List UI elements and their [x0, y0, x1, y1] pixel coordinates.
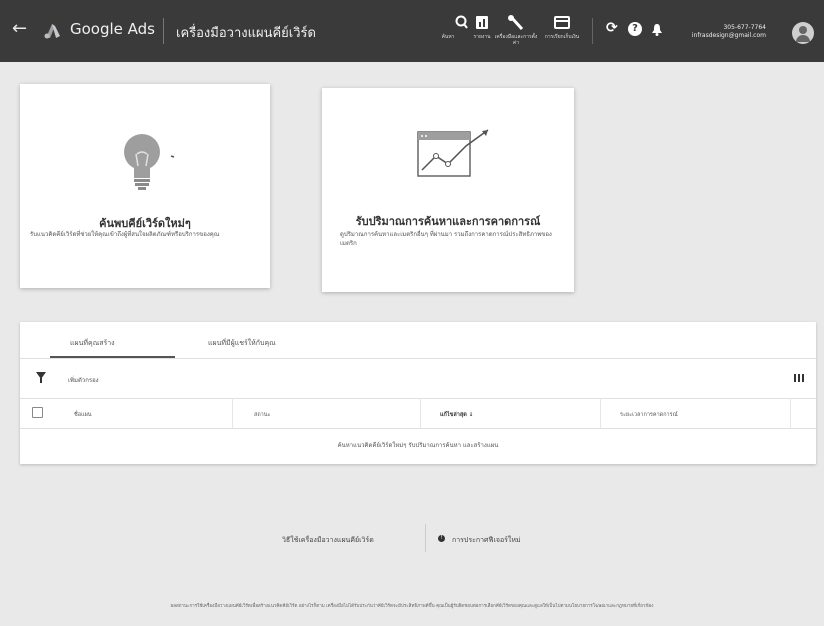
help-icon[interactable]: ?	[628, 22, 642, 36]
google-ads-logo[interactable]	[42, 20, 62, 40]
feature-announcements-link[interactable]: การประกาศฟีเจอร์ใหม่	[452, 535, 521, 546]
column-header-forecast-period[interactable]: ระยะเวลาการคาดการณ์	[620, 411, 678, 419]
account-email: infrasdesign@gmail.com	[691, 32, 766, 39]
notification-bell-icon[interactable]	[652, 24, 662, 36]
column-header-plan-name[interactable]: ชื่อแผน	[74, 411, 92, 419]
avatar[interactable]	[792, 22, 814, 44]
plans-panel: แผนที่คุณสร้าง แผนที่มีผู้แชร์ให้กับคุณ …	[20, 322, 816, 464]
search-volume-title: รับปริมาณการค้นหาและการคาดการณ์	[355, 215, 541, 228]
filter-icon[interactable]	[36, 372, 46, 383]
brand-name: Google Ads	[70, 20, 155, 38]
column-header-status[interactable]: สถานะ	[254, 411, 271, 419]
page-title: เครื่องมือวางแผนคีย์เวิร์ด	[176, 26, 316, 41]
search-volume-description: ดูปริมาณการค้นหาและเมตริกอื่นๆ ที่ผ่านมา…	[340, 231, 552, 247]
lightbulb-icon	[124, 134, 175, 190]
tab-shared-plans[interactable]: แผนที่มีผู้แชร์ให้กับคุณ	[208, 338, 276, 349]
billing-icon	[554, 16, 570, 29]
column-divider	[600, 398, 601, 428]
discover-keywords-card[interactable]: ค้นพบคีย์เวิร์ดใหม่ๆ รับแนวคิดคีย์เวิร์ด…	[20, 84, 270, 288]
column-divider	[420, 398, 421, 428]
top-app-bar: ← Google Ads เครื่องมือวางแผนคีย์เวิร์ด …	[0, 0, 824, 62]
empty-state-message: ค้นหาแนวคิดคีย์เวิร์ดใหม่ๆ รับปริมาณการค…	[337, 442, 499, 449]
refresh-icon[interactable]: ⟳	[606, 20, 618, 36]
back-arrow-icon[interactable]: ←	[12, 18, 27, 39]
column-header-last-modified[interactable]: แก้ไขล่าสุด ↓	[440, 411, 473, 419]
filter-bar: เพิ่มตัวกรอง	[20, 358, 816, 399]
nav-tools-label: เครื่องมือและการตั้งค่า	[494, 34, 538, 46]
header-divider	[163, 18, 164, 44]
footer-separator	[425, 524, 426, 552]
forecast-chart-icon	[417, 129, 489, 177]
table-header: ชื่อแผน สถานะ แก้ไขล่าสุด ↓ ระยะเวลาการค…	[20, 398, 816, 429]
account-phone: 305-677-7764	[723, 24, 766, 31]
header-separator	[592, 18, 593, 44]
discover-keywords-description: รับแนวคิดคีย์เวิร์ดที่ช่วยให้คุณเข้าถึงผ…	[30, 231, 220, 238]
plans-tabs: แผนที่คุณสร้าง แผนที่มีผู้แชร์ให้กับคุณ	[20, 322, 816, 359]
columns-icon[interactable]	[794, 374, 804, 382]
how-to-use-link[interactable]: วิธีใช้เครื่องมือวางแผนคีย์เวิร์ด	[282, 535, 374, 546]
wrench-icon	[508, 15, 524, 31]
account-info[interactable]: 305-677-7764 infrasdesign@gmail.com	[692, 24, 766, 40]
search-volume-forecast-card[interactable]: รับปริมาณการค้นหาและการคาดการณ์ ดูปริมาณ…	[322, 88, 574, 292]
info-icon: !	[438, 535, 445, 542]
select-all-checkbox[interactable]	[32, 407, 43, 418]
disclaimer-text: ผลสถานะการใช้เครื่องมือวางแผนคีย์เวิร์ดเ…	[170, 604, 654, 609]
add-filter-button[interactable]: เพิ่มตัวกรอง	[68, 375, 99, 385]
column-divider	[232, 398, 233, 428]
nav-tools[interactable]: เครื่องมือและการตั้งค่า	[492, 14, 540, 46]
tab-my-plans[interactable]: แผนที่คุณสร้าง	[70, 338, 115, 349]
nav-billing[interactable]: การเรียกเก็บเงิน	[538, 14, 586, 40]
column-divider	[790, 398, 791, 428]
nav-billing-label: การเรียกเก็บเงิน	[544, 34, 580, 40]
